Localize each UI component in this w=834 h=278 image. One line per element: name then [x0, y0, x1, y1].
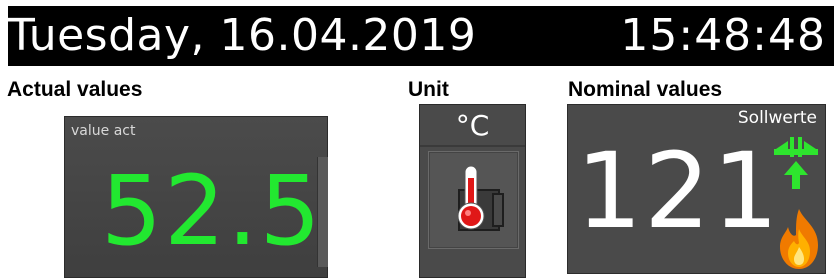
- tile-edge: [317, 157, 328, 267]
- actual-value-tile: value act 52.5: [64, 116, 328, 278]
- actual-value-readout: 52.5: [101, 155, 323, 267]
- thermometer-heater-icon: [457, 165, 504, 231]
- setpoint-arrows-icon: [774, 137, 818, 189]
- date-display: Tuesday, 16.04.2019: [8, 10, 477, 61]
- unit-tile: °C: [419, 104, 526, 278]
- actual-value-label: value act: [71, 123, 136, 139]
- nominal-values-heading: Nominal values: [568, 78, 723, 101]
- unit-divider: [420, 145, 525, 147]
- unit-label: °C: [455, 109, 490, 142]
- unit-heading: Unit: [408, 78, 449, 101]
- datetime-bar: Tuesday, 16.04.2019 15:48:48: [8, 6, 834, 66]
- time-display: 15:48:48: [620, 10, 826, 61]
- actual-values-heading: Actual values: [7, 78, 143, 101]
- nominal-value-tile: Sollwerte 121: [567, 104, 826, 274]
- flame-icon: [780, 209, 818, 269]
- nominal-value-label: Sollwerte: [737, 108, 817, 128]
- thermometer-heater-button[interactable]: [428, 151, 519, 249]
- nominal-value-readout: 121: [576, 130, 781, 252]
